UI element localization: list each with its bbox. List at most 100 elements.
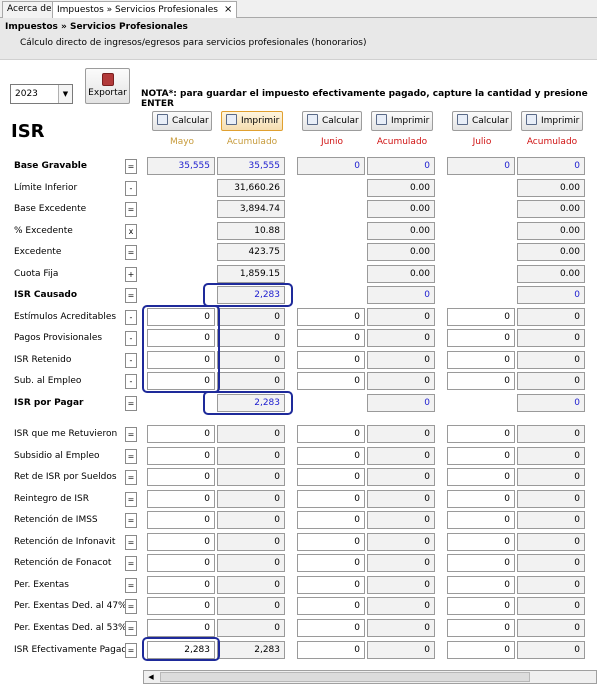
value-input[interactable]: 0 — [147, 468, 215, 486]
accumulated-value: 0.00 — [517, 265, 585, 283]
value-input[interactable]: 0 — [147, 533, 215, 551]
accumulated-value: 31,660.26 — [217, 179, 285, 197]
value-input[interactable]: 0 — [297, 641, 365, 659]
col-header-julio: Julio — [472, 137, 492, 147]
operator-badge: = — [125, 556, 137, 571]
year-select[interactable]: 2023 ▼ — [10, 84, 73, 104]
value-input[interactable]: 0 — [297, 511, 365, 529]
accumulated-value: 0 — [217, 554, 285, 572]
value-input[interactable]: 0 — [447, 619, 515, 637]
export-icon — [101, 73, 114, 86]
operator-badge: - — [125, 374, 137, 389]
calcular-button-julio[interactable]: Calcular — [452, 111, 512, 131]
value-input[interactable]: 0 — [447, 351, 515, 369]
accumulated-value: 0 — [517, 308, 585, 326]
value-input[interactable]: 0 — [447, 533, 515, 551]
value-input[interactable]: 0 — [147, 447, 215, 465]
value-input[interactable]: 0 — [147, 576, 215, 594]
scroll-thumb[interactable] — [160, 672, 530, 682]
row-label: Reintegro de ISR — [14, 494, 89, 504]
value-input[interactable]: 0 — [297, 576, 365, 594]
value-input[interactable]: 0 — [297, 447, 365, 465]
operator-badge: = — [125, 427, 137, 442]
export-button[interactable]: Exportar — [85, 68, 130, 104]
value-input[interactable]: 0 — [297, 533, 365, 551]
value-input[interactable]: 0 — [297, 468, 365, 486]
accumulated-value: 0 — [517, 511, 585, 529]
value-input[interactable]: 0 — [297, 619, 365, 637]
highlight-isr-pagado — [142, 637, 220, 661]
accumulated-value: 0.00 — [367, 265, 435, 283]
close-icon[interactable]: × — [224, 4, 232, 15]
imprimir-button-junio[interactable]: Imprimir — [371, 111, 433, 131]
calculator-icon — [157, 114, 168, 125]
value-input[interactable]: 0 — [297, 425, 365, 443]
operator-badge: = — [125, 159, 137, 174]
tab-impuestos[interactable]: Impuestos » Servicios Profesionales × — [52, 1, 238, 19]
accumulated-value: 0 — [217, 619, 285, 637]
scroll-left-icon[interactable]: ◀ — [145, 672, 157, 682]
value-input[interactable]: 0 — [147, 490, 215, 508]
tab-label: Acerca de — [7, 4, 52, 14]
operator-badge: = — [125, 578, 137, 593]
value-input[interactable]: 0 — [447, 425, 515, 443]
value-input[interactable]: 0 — [447, 372, 515, 390]
value-input[interactable]: 0 — [447, 641, 515, 659]
value-input[interactable]: 0 — [297, 308, 365, 326]
accumulated-value: 0.00 — [517, 243, 585, 261]
value-input[interactable]: 0 — [297, 351, 365, 369]
value-input[interactable]: 0 — [447, 308, 515, 326]
chevron-down-icon[interactable]: ▼ — [58, 85, 72, 103]
row-label: Estímulos Acreditables — [14, 312, 117, 322]
imprimir-button-mayo[interactable]: Imprimir — [221, 111, 283, 131]
value-input[interactable]: 0 — [147, 511, 215, 529]
accumulated-value: 0 — [517, 394, 585, 412]
value-input[interactable]: 0 — [447, 597, 515, 615]
accumulated-value: 0.00 — [517, 222, 585, 240]
value-input[interactable]: 0 — [147, 554, 215, 572]
row-label: Retención de Infonavit — [14, 537, 116, 547]
value-input[interactable]: 0 — [447, 490, 515, 508]
value-input[interactable]: 0 — [447, 329, 515, 347]
highlight-isr-causado — [203, 283, 293, 307]
row-label: Per. Exentas — [14, 580, 69, 590]
accumulated-value: 0 — [517, 641, 585, 659]
accumulated-value: 0 — [367, 351, 435, 369]
accumulated-value: 0 — [217, 447, 285, 465]
accumulated-value: 0 — [367, 554, 435, 572]
accumulated-value: 0 — [217, 425, 285, 443]
accumulated-value: 0 — [217, 468, 285, 486]
horizontal-scrollbar[interactable]: ◀ — [143, 670, 597, 684]
value-input[interactable]: 0 — [297, 490, 365, 508]
value-input[interactable]: 0 — [147, 619, 215, 637]
accumulated-value: 0 — [517, 490, 585, 508]
accumulated-value: 10.88 — [217, 222, 285, 240]
accumulated-value: 0 — [517, 372, 585, 390]
printer-icon — [526, 114, 537, 125]
value-input[interactable]: 0 — [447, 447, 515, 465]
calculator-icon — [457, 114, 468, 125]
col-header-mayo: Mayo — [169, 137, 195, 147]
calcular-button-junio[interactable]: Calcular — [302, 111, 362, 131]
value-input[interactable]: 0 — [297, 372, 365, 390]
value-input[interactable]: 0 — [147, 425, 215, 443]
imprimir-button-julio[interactable]: Imprimir — [521, 111, 583, 131]
tab-acerca-de[interactable]: Acerca de — [2, 1, 57, 18]
value-input[interactable]: 0 — [447, 468, 515, 486]
calcular-button-mayo[interactable]: Calcular — [152, 111, 212, 131]
value-input[interactable]: 0 — [447, 576, 515, 594]
value-input[interactable]: 0 — [297, 329, 365, 347]
value-input[interactable]: 0 — [297, 597, 365, 615]
accumulated-value: 0 — [367, 597, 435, 615]
accumulated-value: 35,555 — [217, 157, 285, 175]
accumulated-value: 0 — [217, 597, 285, 615]
row-label: Sub. al Empleo — [14, 376, 82, 386]
accumulated-value: 0 — [217, 372, 285, 390]
breadcrumb: Impuestos » Servicios Profesionales — [5, 22, 188, 32]
value-input[interactable]: 0 — [447, 554, 515, 572]
page-subtitle: Cálculo directo de ingresos/egresos para… — [20, 38, 367, 48]
value-input[interactable]: 0 — [147, 597, 215, 615]
value-input[interactable]: 0 — [447, 511, 515, 529]
value-input[interactable]: 0 — [297, 554, 365, 572]
accumulated-value: 1,859.15 — [217, 265, 285, 283]
